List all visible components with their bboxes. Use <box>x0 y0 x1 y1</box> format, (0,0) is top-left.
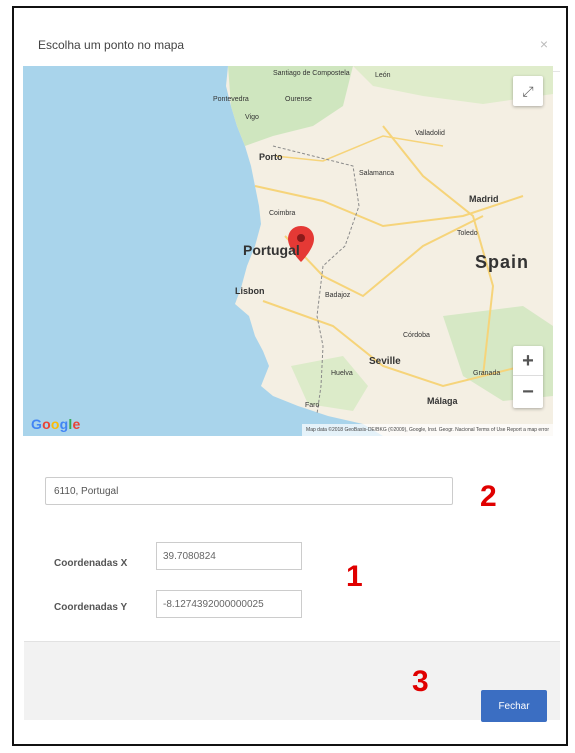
coord-y-input[interactable] <box>156 590 302 618</box>
callout-2: 2 <box>480 480 497 513</box>
zoom-controls: + − <box>513 346 543 408</box>
modal-header: Escolha um ponto no mapa × <box>24 20 560 72</box>
modal-footer: Fechar <box>24 641 560 722</box>
close-icon[interactable]: × <box>540 36 548 52</box>
map-label-porto: Porto <box>259 152 283 162</box>
callout-3: 3 <box>412 665 429 698</box>
zoom-out-button[interactable]: − <box>513 377 543 407</box>
modal-title: Escolha um ponto no mapa <box>38 38 185 52</box>
map-label-vigo: Vigo <box>245 114 259 121</box>
fullscreen-icon[interactable]: ⤢ <box>513 76 543 106</box>
map-label-badajoz: Badajoz <box>325 292 351 299</box>
zoom-in-button[interactable]: + <box>513 346 543 376</box>
map-label-valladolid: Valladolid <box>415 130 445 137</box>
address-input[interactable] <box>45 477 453 505</box>
map-label-lisbon: Lisbon <box>235 286 265 296</box>
close-button[interactable]: Fechar <box>481 690 547 722</box>
map-label-salamanca: Salamanca <box>359 170 395 177</box>
map-label-cordoba: Córdoba <box>403 332 430 339</box>
map-attribution[interactable]: Map data ©2018 GeoBasis-DE/BKG (©2009), … <box>302 424 553 436</box>
coord-x-label: Coordenadas X <box>54 558 128 569</box>
map-label-leon: León <box>375 72 391 79</box>
map-label-spain: Spain <box>475 252 530 272</box>
map-view[interactable]: Santiago de Compostela León Pontevedra O… <box>23 66 553 436</box>
map-label-huelva: Huelva <box>331 370 353 377</box>
map-label-madrid: Madrid <box>469 194 499 204</box>
map-label-santiago: Santiago de Compostela <box>273 70 350 77</box>
map-label-seville: Seville <box>369 356 401 367</box>
callout-1: 1 <box>346 560 363 593</box>
map-label-toledo: Toledo <box>457 230 478 237</box>
google-logo: Google <box>31 416 81 432</box>
map-label-ourense: Ourense <box>285 96 312 103</box>
map-label-coimbra: Coimbra <box>269 210 296 217</box>
map-label-pontevedra: Pontevedra <box>213 96 249 103</box>
coord-x-input[interactable] <box>156 542 302 570</box>
coord-y-label: Coordenadas Y <box>54 602 128 613</box>
map-label-faro: Faro <box>305 402 320 409</box>
map-label-portugal: Portugal <box>243 242 300 258</box>
map-label-granada: Granada <box>473 370 501 377</box>
map-label-malaga: Málaga <box>427 396 458 406</box>
